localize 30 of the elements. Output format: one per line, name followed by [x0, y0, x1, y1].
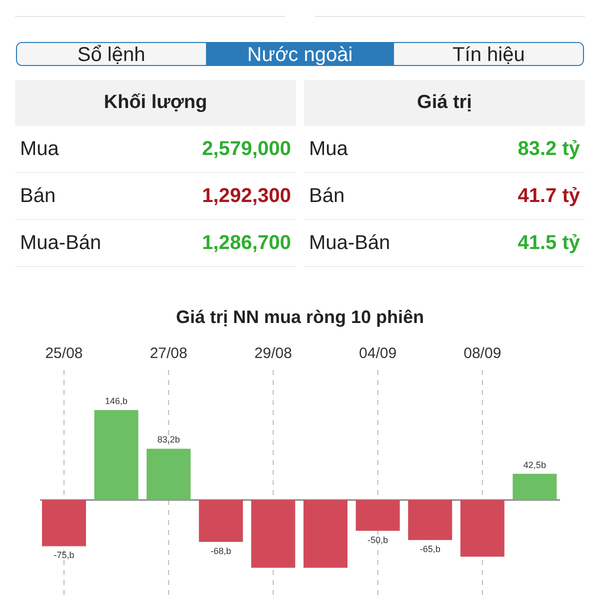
axis-label: 29/08 — [254, 345, 292, 362]
row-value: 41.5 tỷ — [518, 232, 580, 254]
axis-label: 27/08 — [150, 345, 188, 362]
value-label: -75,b — [54, 550, 74, 560]
row-value: 1,292,300 — [202, 184, 291, 208]
column-header: Giá trị — [304, 80, 585, 126]
row-label: Mua-Bán — [309, 232, 390, 254]
row-label: Mua-Bán — [20, 232, 102, 254]
value-label: 83,2b — [157, 434, 180, 445]
tab[interactable]: Tín hiệu — [394, 43, 583, 65]
value-label: -68,b — [210, 546, 232, 556]
axis-label: 04/09 — [359, 345, 397, 362]
value-label: -50,b — [368, 534, 388, 545]
column-header: Khối lượng — [15, 80, 296, 126]
axis-label: 08/09 — [464, 345, 502, 362]
row-label: Mua — [20, 138, 59, 160]
row-label: Bán — [20, 184, 56, 208]
row-value: 1,286,700 — [202, 232, 291, 254]
row-value: 83.2 tỷ — [518, 138, 580, 160]
row-label: Bán — [309, 184, 345, 208]
tab[interactable]: Nước ngoài — [206, 43, 394, 65]
row-value: 2,579,000 — [202, 138, 291, 160]
axis-label: 25/08 — [45, 345, 83, 362]
value-label: 146,b — [105, 396, 128, 406]
row-value: 41.7 tỷ — [518, 184, 580, 208]
value-label: 42,5b — [523, 460, 546, 470]
tab[interactable]: Sổ lệnh — [17, 43, 206, 65]
row-label: Mua — [309, 138, 348, 160]
chart-title: Giá trị NN mua ròng 10 phiên — [174, 307, 426, 328]
value-label: -65,b — [420, 544, 440, 554]
